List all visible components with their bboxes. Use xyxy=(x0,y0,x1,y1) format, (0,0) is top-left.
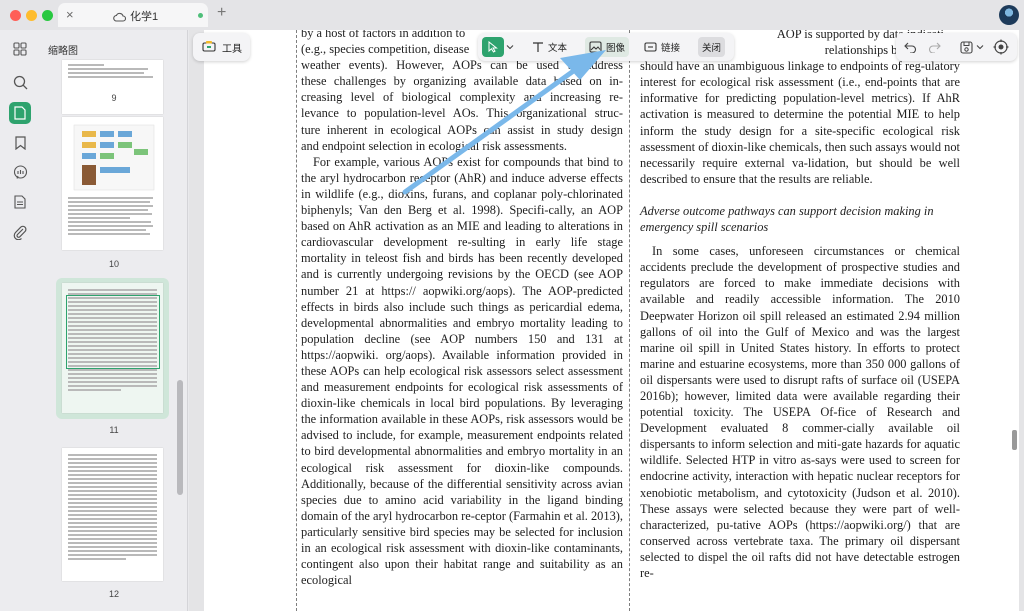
chevron-down-icon xyxy=(506,45,514,50)
minimize-window-button[interactable] xyxy=(26,10,37,21)
left-rail xyxy=(0,30,40,611)
attachment-page-icon[interactable] xyxy=(9,191,31,213)
thumbnail-scrollbar[interactable] xyxy=(177,380,183,495)
search-icon[interactable] xyxy=(9,71,31,93)
text-line: creasing level of biological complexity … xyxy=(301,90,623,105)
sync-status-dot xyxy=(198,13,203,18)
edit-box-border-center xyxy=(629,30,630,611)
text-line: and endpoint selection in ecological ris… xyxy=(301,138,567,153)
add-text-label: 文本 xyxy=(548,43,568,54)
document-page: by a host of factors in addition to (e.g… xyxy=(204,30,1019,611)
cloud-icon xyxy=(113,9,127,27)
thumbnail-page-number: 12 xyxy=(108,589,119,599)
close-edit-label: 关闭 xyxy=(702,43,722,54)
document-tab[interactable]: × 化学1 xyxy=(58,3,208,27)
text-icon xyxy=(533,42,543,52)
paragraph: should have an unambiguous linkage to en… xyxy=(640,59,960,186)
thumbnail-panel: 缩略图 9 10 11 12 xyxy=(40,30,188,611)
close-window-button[interactable] xyxy=(10,10,21,21)
undo-icon[interactable] xyxy=(902,39,918,55)
section-heading: Adverse outcome pathways can support dec… xyxy=(640,203,934,235)
avatar[interactable] xyxy=(999,5,1019,25)
tab-close-icon[interactable]: × xyxy=(66,7,74,22)
thumbnail-page-number: 11 xyxy=(109,425,119,435)
document-scrollbar[interactable] xyxy=(1012,430,1017,450)
select-tool-dropdown[interactable] xyxy=(506,37,516,57)
add-link-button[interactable]: 链接 xyxy=(640,37,684,57)
comment-icon[interactable] xyxy=(9,161,31,183)
edit-toolbar: 文本 图像 链接 关闭 xyxy=(478,33,734,61)
thumbnail-page-number: 10 xyxy=(108,259,119,269)
text-line: levance to population-level AOs. This or… xyxy=(301,106,623,121)
page-icon[interactable] xyxy=(9,102,31,124)
title-bar: × 化学1 + xyxy=(0,0,1024,30)
thumbnail-page-10[interactable] xyxy=(62,117,163,250)
zoom-window-button[interactable] xyxy=(42,10,53,21)
grid-icon[interactable] xyxy=(9,38,31,60)
redo-icon[interactable] xyxy=(926,39,942,55)
text-line: ture inherent in ecological AOPs can ass… xyxy=(301,122,623,137)
right-toolbar xyxy=(896,33,1017,61)
thumbnail-page-number: 9 xyxy=(111,93,117,103)
thumbnail-page-9[interactable] xyxy=(62,60,163,114)
new-tab-button[interactable]: + xyxy=(217,5,226,21)
chevron-down-icon[interactable] xyxy=(975,39,985,55)
document-area: by a host of factors in addition to (e.g… xyxy=(189,30,1024,611)
image-icon xyxy=(589,41,602,53)
thumbnail-page-11[interactable] xyxy=(62,283,163,413)
toolbox-icon xyxy=(202,40,216,55)
paragraph: In some cases, unforeseen circumstances … xyxy=(640,244,960,580)
save-icon[interactable] xyxy=(958,39,974,55)
cursor-icon xyxy=(488,41,498,53)
add-image-button[interactable]: 图像 xyxy=(585,37,630,57)
tab-title: 化学1 xyxy=(130,11,159,23)
close-edit-button[interactable]: 关闭 xyxy=(698,37,726,57)
thumbnail-panel-title: 缩略图 xyxy=(48,46,78,57)
tools-button[interactable]: 工具 xyxy=(193,33,250,61)
link-icon xyxy=(644,42,657,52)
paperclip-icon[interactable] xyxy=(9,221,31,243)
edit-box-border-left xyxy=(296,30,297,611)
tools-label: 工具 xyxy=(222,43,242,55)
add-image-label: 图像 xyxy=(606,43,626,54)
thumbnail-page-12[interactable] xyxy=(62,448,163,581)
paragraph: For example, various AOPs exist for comp… xyxy=(301,154,623,588)
text-line: these challenges by organizing available… xyxy=(301,74,623,89)
ai-assistant-icon[interactable] xyxy=(993,39,1009,55)
add-text-button[interactable]: 文本 xyxy=(528,37,571,57)
add-link-label: 链接 xyxy=(661,43,681,54)
select-tool-button[interactable] xyxy=(482,37,504,57)
bookmark-icon[interactable] xyxy=(9,132,31,154)
